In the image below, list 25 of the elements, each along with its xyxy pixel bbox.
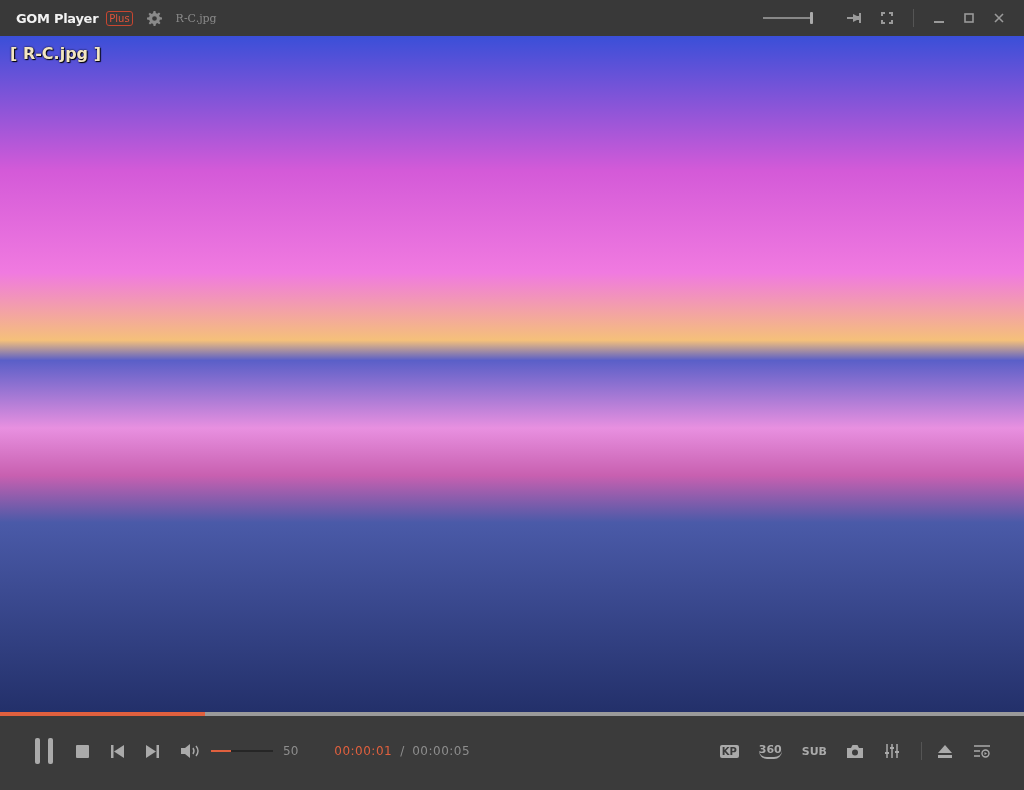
next-icon[interactable] (146, 744, 159, 758)
camera-icon[interactable] (847, 744, 863, 758)
stop-icon[interactable] (76, 744, 89, 758)
file-name: R-C.jpg (175, 11, 217, 25)
pin-icon[interactable] (847, 12, 861, 24)
subtitle-button[interactable]: SUB (801, 744, 827, 758)
file-name-overlay: [ R-C.jpg ] (10, 44, 101, 63)
total-time: 00:00:05 (412, 744, 471, 758)
kp-button[interactable]: KP (719, 744, 739, 758)
volume-value: 50 (283, 744, 299, 758)
settings-icon[interactable] (146, 10, 162, 26)
eject-icon[interactable] (938, 744, 952, 758)
previous-icon[interactable] (111, 744, 124, 758)
pause-icon[interactable] (34, 738, 54, 764)
time-separator: / (400, 744, 405, 758)
close-icon[interactable] (994, 13, 1004, 23)
playlist-icon[interactable] (974, 744, 990, 758)
app-logo: GOM Player (16, 10, 99, 26)
vr-360-button[interactable]: 360 (758, 743, 782, 759)
maximize-icon[interactable] (964, 13, 974, 23)
plus-badge: Plus (106, 10, 133, 26)
speaker-icon[interactable] (181, 743, 201, 759)
current-time: 00:00:01 (334, 744, 393, 758)
fullscreen-icon[interactable] (881, 12, 893, 24)
equalizer-icon[interactable] (885, 744, 899, 758)
